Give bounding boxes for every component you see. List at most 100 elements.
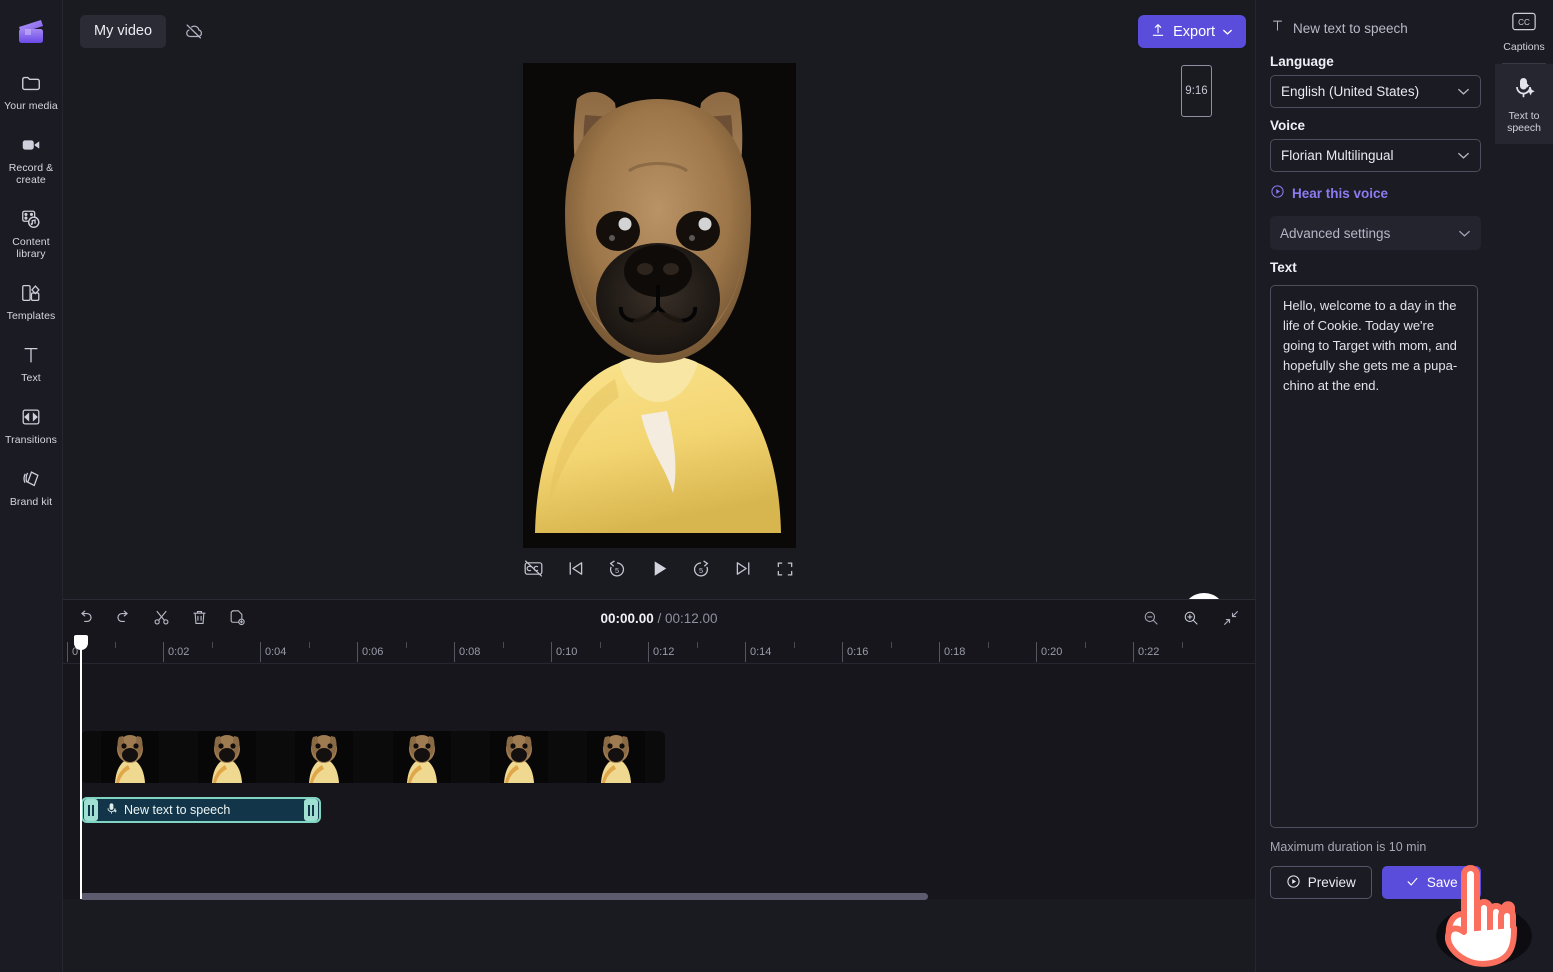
preview-label: Preview <box>1307 875 1356 890</box>
sidebar-item-record-create[interactable]: Record & create <box>0 128 63 188</box>
cloud-off-icon[interactable] <box>178 15 210 47</box>
clip-thumbnail <box>470 731 568 783</box>
zoom-in-button[interactable] <box>1175 604 1207 636</box>
playback-controls: 5 5 <box>63 556 1255 586</box>
next-frame-button[interactable] <box>728 556 758 586</box>
time-separator: / <box>653 611 665 626</box>
sidebar-item-your-media[interactable]: Your media <box>0 66 63 114</box>
clip-thumbnail <box>81 731 179 783</box>
sidebar-item-label: Text to speech <box>1507 110 1541 134</box>
audio-clip-label-wrap: New text to speech <box>99 802 303 818</box>
clip-thumbnail <box>178 731 276 783</box>
ruler-tick-minor <box>988 642 989 648</box>
sidebar-item-captions[interactable]: CC Captions <box>1495 0 1553 63</box>
forward-5-seconds-button[interactable]: 5 <box>686 556 716 586</box>
ruler-tick-minor <box>1085 642 1086 648</box>
language-value: English (United States) <box>1281 84 1420 99</box>
voice-value: Florian Multilingual <box>1281 148 1394 163</box>
zoom-out-button[interactable] <box>1135 604 1167 636</box>
preview-area: 9:16 5 5 <box>63 62 1289 662</box>
clip-trim-handle-right[interactable] <box>304 799 318 821</box>
ruler-tick-minor <box>115 642 116 648</box>
ruler-tick-minor <box>794 642 795 648</box>
advanced-settings-label: Advanced settings <box>1280 225 1391 241</box>
hear-this-voice-button[interactable]: Hear this voice <box>1270 184 1481 202</box>
sidebar-item-transitions[interactable]: Transitions <box>0 400 63 448</box>
playhead-knob[interactable] <box>74 635 88 650</box>
audio-clip-label: New text to speech <box>124 803 231 817</box>
total-time: 00:12.00 <box>665 611 718 626</box>
ruler-tick: 0:08 <box>454 642 480 662</box>
fullscreen-button[interactable] <box>770 556 800 586</box>
rewind-5-icon: 5 <box>606 558 628 585</box>
text-t-icon <box>20 342 42 368</box>
export-label: Export <box>1173 23 1215 40</box>
sidebar-item-brand-kit[interactable]: Brand kit <box>0 462 63 510</box>
advanced-settings-accordion[interactable]: Advanced settings <box>1270 216 1481 250</box>
language-select[interactable]: English (United States) <box>1270 75 1481 108</box>
check-icon <box>1405 874 1420 892</box>
ruler-tick: 0:14 <box>745 642 771 662</box>
save-button[interactable]: Save <box>1381 866 1481 899</box>
current-time: 00:00.00 <box>600 611 654 626</box>
rewind-5-seconds-button[interactable]: 5 <box>602 556 632 586</box>
voice-select[interactable]: Florian Multilingual <box>1270 139 1481 172</box>
chevron-down-icon <box>1457 84 1470 99</box>
clip-thumbnail <box>567 731 665 783</box>
fullscreen-icon <box>775 559 795 584</box>
sidebar-item-templates[interactable]: Templates <box>0 276 63 324</box>
panel-header: New text to speech <box>1270 0 1481 44</box>
text-label: Text <box>1270 260 1297 275</box>
sidebar-item-text[interactable]: Text <box>0 338 63 386</box>
panel-actions: Preview Save <box>1270 866 1481 899</box>
preview-button[interactable]: Preview <box>1270 866 1372 899</box>
clipchamp-logo[interactable] <box>12 14 50 52</box>
ruler-tick: 0:02 <box>163 642 189 662</box>
ruler-tick-minor <box>1182 642 1183 648</box>
forward-5-icon: 5 <box>690 558 712 585</box>
sidebar-item-label: Templates <box>6 310 56 322</box>
ruler-tick: 0:20 <box>1036 642 1062 662</box>
timeline-zoom-controls <box>1129 604 1247 636</box>
svg-text:CC: CC <box>1518 18 1530 27</box>
audio-clip-text-to-speech[interactable]: New text to speech <box>81 797 321 823</box>
toggle-captions-button[interactable] <box>518 556 548 586</box>
text-to-speech-icon <box>1512 76 1536 105</box>
timeline-scrollbar-thumb[interactable] <box>80 893 928 900</box>
timeline-toolbar: 00:00.00 / 00:12.00 <box>63 600 1255 640</box>
sidebar-item-label: Your media <box>4 100 58 112</box>
ruler-tick-minor <box>891 642 892 648</box>
cc-icon: CC <box>1512 12 1536 36</box>
sidebar-item-label: Record & create <box>8 162 54 186</box>
fit-timeline-button[interactable] <box>1215 604 1247 636</box>
project-name-field[interactable]: My video <box>80 14 167 48</box>
skip-next-icon <box>733 558 754 584</box>
play-button[interactable] <box>644 556 674 586</box>
video-clip[interactable] <box>81 731 665 783</box>
language-label: Language <box>1270 54 1334 69</box>
clipchamp-editor: Your media Record & create Content libra… <box>0 0 1553 972</box>
timeline-ruler[interactable]: 0 0:02 0:04 0:06 0:08 0:10 0:12 0:14 0:1… <box>63 640 1255 664</box>
ruler-tick: 0:12 <box>648 642 674 662</box>
text-to-speech-input[interactable] <box>1270 285 1478 828</box>
play-icon <box>648 557 671 585</box>
captions-off-icon <box>523 558 544 584</box>
video-preview[interactable] <box>523 63 796 548</box>
timeline-scrollbar[interactable] <box>63 893 1255 900</box>
playhead[interactable] <box>74 635 88 899</box>
sidebar-item-label: Transitions <box>4 434 58 446</box>
export-button[interactable]: Export <box>1138 15 1246 48</box>
folder-icon <box>20 70 42 96</box>
aspect-ratio-badge[interactable]: 9:16 <box>1181 65 1212 117</box>
sidebar-item-content-library[interactable]: Content library <box>0 202 63 262</box>
ruler-tick-minor <box>212 642 213 648</box>
clip-trim-handle-left[interactable] <box>84 799 98 821</box>
previous-frame-button[interactable] <box>560 556 590 586</box>
sidebar-item-text-to-speech[interactable]: Text to speech <box>1495 64 1553 144</box>
svg-text:5: 5 <box>699 566 703 575</box>
max-duration-note: Maximum duration is 10 min <box>1270 840 1427 854</box>
content-library-icon <box>20 206 42 232</box>
panel-title: New text to speech <box>1293 20 1408 36</box>
top-toolbar: My video Export <box>63 0 1255 62</box>
timeline-tracks: New text to speech <box>63 664 1255 889</box>
